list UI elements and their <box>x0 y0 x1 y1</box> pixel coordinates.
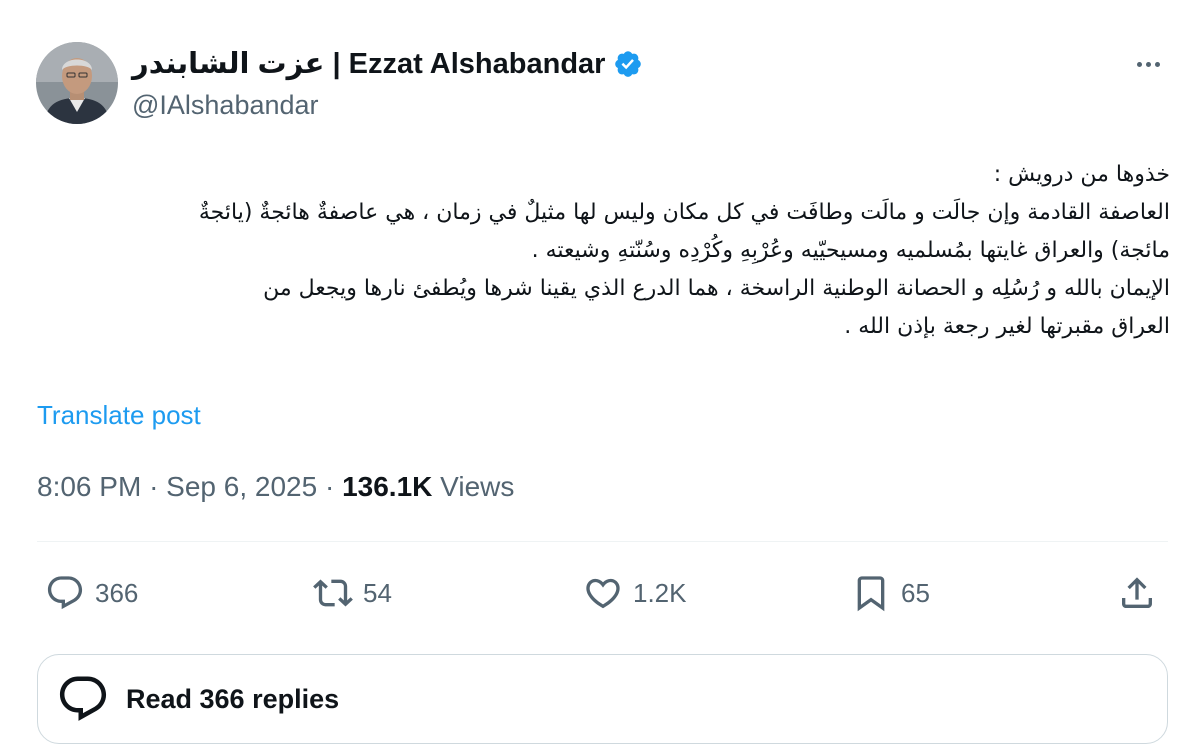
share-icon <box>1122 577 1152 608</box>
post-text: خذوها من درويش : العاصفة القادمة وإن جال… <box>36 156 1170 346</box>
display-name[interactable]: عزت الشابندر | Ezzat Alshabandar <box>132 46 605 81</box>
action-bar: 366 54 1.2K 65 <box>37 568 1168 618</box>
avatar-image <box>36 42 118 124</box>
avatar[interactable] <box>36 42 118 124</box>
reply-icon <box>47 576 83 610</box>
like-count: 1.2K <box>633 577 687 608</box>
meta-separator: · <box>324 471 335 502</box>
name-row: عزت الشابندر | Ezzat Alshabandar <box>132 46 643 81</box>
read-replies-label: Read 366 replies <box>126 683 340 714</box>
bookmark-icon <box>857 576 885 612</box>
reply-button[interactable]: 366 <box>45 568 138 618</box>
verified-badge-icon[interactable] <box>613 49 643 79</box>
reply-icon <box>59 676 107 721</box>
post-time[interactable]: 8:06 PM <box>37 471 141 502</box>
reply-count: 366 <box>95 577 139 608</box>
more-dot-icon <box>1136 61 1142 67</box>
views-count: 136.1K <box>342 471 433 502</box>
post-header: عزت الشابندر | Ezzat Alshabandar @IAlsha… <box>36 42 1170 126</box>
share-button[interactable] <box>1117 568 1157 618</box>
divider <box>37 541 1168 542</box>
repost-icon <box>313 579 353 607</box>
more-dot-icon <box>1154 61 1160 67</box>
repost-count: 54 <box>363 577 392 608</box>
bookmark-button[interactable]: 65 <box>851 568 930 618</box>
post-metadata: 8:06 PM · Sep 6, 2025 · 136.1K Views <box>37 471 514 503</box>
post-text-line: مائجة) والعراق غايتها بمُسلميه ومسيحيّيه… <box>531 238 1170 263</box>
heart-icon <box>586 578 620 609</box>
more-options-button[interactable] <box>1130 52 1166 76</box>
repost-button[interactable]: 54 <box>313 568 392 618</box>
translate-post-link[interactable]: Translate post <box>37 400 201 431</box>
bookmark-count: 65 <box>901 577 930 608</box>
post-text-line: العراق مقبرتها لغير رجعة بإذن الله . <box>844 314 1170 339</box>
post-text-line: خذوها من درويش : <box>993 162 1170 187</box>
post-date[interactable]: Sep 6, 2025 <box>166 471 317 502</box>
more-dot-icon <box>1145 61 1151 67</box>
views-label: Views <box>440 471 515 502</box>
post-text-line: الإيمان بالله و رُسُلِه و الحصانة الوطني… <box>263 276 1170 301</box>
like-button[interactable]: 1.2K <box>583 568 687 618</box>
meta-separator: · <box>149 471 159 502</box>
read-replies-button[interactable]: Read 366 replies <box>37 654 1168 744</box>
user-handle[interactable]: @IAlshabandar <box>132 90 319 121</box>
post-text-line: العاصفة القادمة وإن جالَت و مالَت وطافَت… <box>198 200 1170 225</box>
